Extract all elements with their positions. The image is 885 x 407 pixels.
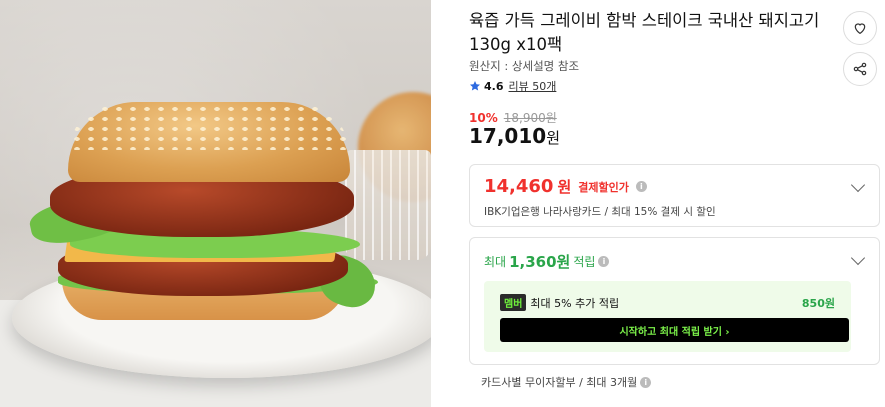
- info-icon[interactable]: i: [635, 181, 647, 192]
- points-suffix: 적립: [573, 255, 596, 269]
- rating: 4.6 리뷰 50개: [469, 78, 556, 94]
- member-row: 멤버 최대 5% 추가 적립 850원: [500, 294, 835, 311]
- heart-icon: [854, 23, 866, 35]
- share-icon: [853, 62, 867, 76]
- installment-text: 카드사별 무이자할부 / 최대 3개월: [481, 376, 638, 389]
- card-discount-box[interactable]: 14,460 원 결제할인가 i IBK기업은행 나라사랑카드 / 최대 15%…: [469, 164, 880, 227]
- info-icon[interactable]: i: [640, 376, 652, 388]
- card-discount-description: IBK기업은행 나라사랑카드 / 최대 15% 결제 시 할인: [484, 206, 716, 218]
- star-icon: [470, 81, 480, 91]
- share-button[interactable]: [843, 52, 877, 86]
- card-price-value: 14,460: [484, 176, 554, 197]
- card-discount-label: 결제할인가: [578, 180, 629, 194]
- sale-price: 17,010원: [469, 124, 560, 148]
- card-price-unit: 원: [557, 178, 572, 196]
- join-membership-button[interactable]: 시작하고 최대 적립 받기 ›: [500, 318, 849, 342]
- card-discount-price: 14,460 원 결제할인가 i: [484, 176, 647, 197]
- member-benefit-box: 멤버 최대 5% 추가 적립 850원 시작하고 최대 적립 받기 ›: [484, 281, 851, 352]
- points-prefix: 최대: [484, 255, 507, 269]
- sale-price-unit: 원: [546, 129, 560, 147]
- product-title: 육즙 가득 그레이비 함박 스테이크 국내산 돼지고기 130g x10팩: [469, 11, 820, 54]
- rating-score: 4.6: [484, 79, 504, 93]
- member-badge: 멤버: [500, 294, 527, 311]
- installment-info: 카드사별 무이자할부 / 최대 3개월 i: [481, 374, 652, 390]
- chevron-down-icon[interactable]: [850, 250, 866, 266]
- product-info-panel: 육즙 가득 그레이비 함박 스테이크 국내산 돼지고기 130g x10팩 원산…: [431, 0, 885, 407]
- wishlist-button[interactable]: [843, 11, 877, 45]
- sale-price-value: 17,010: [469, 124, 547, 148]
- member-text: 최대 5% 추가 적립: [530, 296, 620, 310]
- chevron-down-icon[interactable]: [850, 177, 866, 193]
- reviews-link[interactable]: 리뷰 50개: [509, 78, 557, 94]
- points-title: 최대 1,360원 적립 i: [484, 251, 610, 272]
- sesame-seeds: [70, 104, 348, 150]
- info-icon[interactable]: i: [598, 256, 610, 267]
- member-points: 850원: [801, 296, 835, 310]
- points-box: 최대 1,360원 적립 i 멤버 최대 5% 추가 적립 850원 시작하고 …: [469, 237, 880, 365]
- product-image: [0, 0, 431, 407]
- origin-text: 원산지 : 상세설명 참조: [469, 59, 580, 73]
- points-amount: 1,360원: [509, 253, 571, 271]
- discount-rate: 10%: [469, 110, 498, 125]
